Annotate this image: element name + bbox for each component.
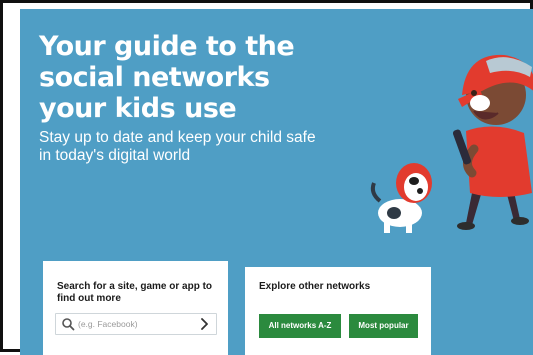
search-input[interactable] xyxy=(78,316,193,332)
explore-card: Explore other networks All networks A-Z … xyxy=(245,267,431,355)
search-icon xyxy=(62,318,75,331)
chevron-right-icon[interactable] xyxy=(200,318,210,330)
hero-subhead: Stay up to date and keep your child safe… xyxy=(39,129,316,164)
boy-figure xyxy=(452,54,533,230)
search-card-title: Search for a site, game or app to find o… xyxy=(57,281,213,304)
most-popular-button[interactable]: Most popular xyxy=(349,314,418,338)
search-field[interactable] xyxy=(55,313,217,335)
page-frame: Your guide to the social networks your k… xyxy=(0,0,533,355)
hero-headline: Your guide to the social networks your k… xyxy=(39,31,295,124)
search-card: Search for a site, game or app to find o… xyxy=(43,261,228,355)
all-networks-button[interactable]: All networks A-Z xyxy=(259,314,341,338)
dog-figure xyxy=(370,163,432,233)
kid-with-dog-illustration xyxy=(370,54,533,233)
explore-card-title: Explore other networks xyxy=(259,281,371,292)
hero-banner: Your guide to the social networks your k… xyxy=(20,9,533,355)
